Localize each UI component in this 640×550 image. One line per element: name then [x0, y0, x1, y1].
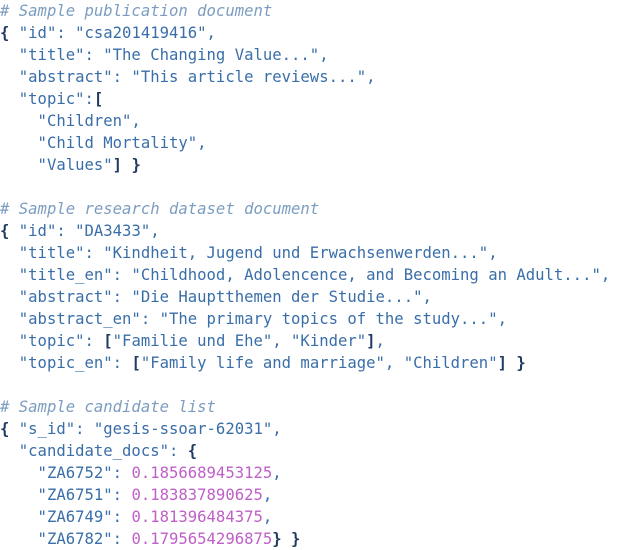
- token-key: "ZA6751":: [0, 486, 132, 504]
- code-line: { "id": "DA3433",: [0, 220, 640, 242]
- token-key: "candidate_docs":: [0, 442, 188, 460]
- token-key: ,: [262, 486, 273, 504]
- comment-token: # Sample candidate list: [0, 398, 216, 416]
- code-line: "title": "Kindheit, Jugend und Erwachsen…: [0, 242, 640, 264]
- token-brace: ]: [497, 354, 507, 372]
- token-brace: [: [131, 354, 141, 372]
- token-key: "Children",: [0, 112, 141, 130]
- code-line: "Child Mortality",: [0, 132, 640, 154]
- code-line: "topic_en": ["Family life and marriage",…: [0, 352, 640, 374]
- token-key: "Familie und Ehe", "Kinder": [112, 332, 367, 350]
- token-key: ,: [262, 508, 273, 526]
- code-line: { "id": "csa201419416",: [0, 22, 640, 44]
- code-line: "title_en": "Childhood, Adolencence, and…: [0, 264, 640, 286]
- code-line: "ZA6752": 0.1856689453125,: [0, 462, 640, 484]
- token-key: "Child Mortality",: [0, 134, 207, 152]
- code-line: "Values"] }: [0, 154, 640, 176]
- token-brace: ]: [112, 156, 123, 174]
- token-key: "topic":: [0, 90, 94, 108]
- token-key: "ZA6752":: [0, 464, 132, 482]
- code-line: { "s_id": "gesis-ssoar-62031",: [0, 418, 640, 440]
- token-brace: [: [103, 332, 113, 350]
- code-line: "topic":[: [0, 88, 640, 110]
- token-key: ,: [375, 332, 385, 350]
- comment-line: # Sample research dataset document: [0, 198, 640, 220]
- token-key: "title": "The Changing Value...",: [0, 46, 329, 64]
- token-key: "abstract": "Die Hauptthemen der Studie.…: [0, 288, 432, 306]
- comment-token: # Sample publication document: [0, 2, 273, 20]
- comment-token: # Sample research dataset document: [0, 200, 320, 218]
- token-key: "title": "Kindheit, Jugend und Erwachsen…: [0, 244, 498, 262]
- code-line: "abstract": "This article reviews...",: [0, 66, 640, 88]
- token-brace: [: [93, 90, 104, 108]
- code-line: "Children",: [0, 110, 640, 132]
- token-key: "ZA6782":: [0, 530, 132, 548]
- code-line: "topic": ["Familie und Ehe", "Kinder"],: [0, 330, 640, 352]
- code-block-publication-document: # Sample publication document { "id": "cs…: [0, 0, 640, 176]
- token-key: "ZA6749":: [0, 508, 132, 526]
- token-brace: }: [516, 354, 526, 372]
- comment-line: # Sample candidate list: [0, 396, 640, 418]
- token-key: "s_id": "gesis-ssoar-62031",: [9, 420, 282, 438]
- code-line: "ZA6749": 0.181396484375,: [0, 506, 640, 528]
- token-brace: {: [0, 420, 10, 438]
- token-key: "id": "DA3433",: [9, 222, 160, 240]
- token-brace: }: [272, 530, 282, 548]
- token-key: [282, 530, 291, 548]
- code-line: "title": "The Changing Value...",: [0, 44, 640, 66]
- code-line: "ZA6782": 0.1795654296875} }: [0, 528, 640, 550]
- code-line: "abstract_en": "The primary topics of th…: [0, 308, 640, 330]
- token-key: "topic_en":: [0, 354, 132, 372]
- token-key: [507, 354, 516, 372]
- token-brace: {: [187, 442, 198, 460]
- code-line: "candidate_docs": {: [0, 440, 640, 462]
- token-number: 0.1795654296875: [131, 530, 273, 548]
- token-key: "abstract": "This article reviews...",: [0, 68, 376, 86]
- code-line: "ZA6751": 0.183837890625,: [0, 484, 640, 506]
- code-line: "abstract": "Die Hauptthemen der Studie.…: [0, 286, 640, 308]
- token-brace: ]: [366, 332, 376, 350]
- token-brace: }: [131, 156, 141, 174]
- token-key: "id": "csa201419416",: [9, 24, 216, 42]
- token-key: "Family life and marriage", "Children": [140, 354, 498, 372]
- token-key: "Values": [0, 156, 113, 174]
- token-key: "title_en": "Childhood, Adolencence, and…: [0, 266, 611, 284]
- token-number: 0.1856689453125: [131, 464, 273, 482]
- token-brace: {: [0, 222, 10, 240]
- token-brace: {: [0, 24, 10, 42]
- code-block-research-dataset-document: # Sample research dataset document { "id"…: [0, 198, 640, 374]
- token-key: ,: [272, 464, 282, 482]
- token-number: 0.183837890625: [131, 486, 263, 504]
- token-key: "topic":: [0, 332, 104, 350]
- comment-line: # Sample publication document: [0, 0, 640, 22]
- token-key: "abstract_en": "The primary topics of th…: [0, 310, 507, 328]
- code-block-candidate-list: # Sample candidate list { "s_id": "gesis-…: [0, 396, 640, 550]
- token-number: 0.181396484375: [131, 508, 263, 526]
- token-brace: }: [291, 530, 301, 548]
- code-listing: # Sample publication document { "id": "cs…: [0, 0, 640, 548]
